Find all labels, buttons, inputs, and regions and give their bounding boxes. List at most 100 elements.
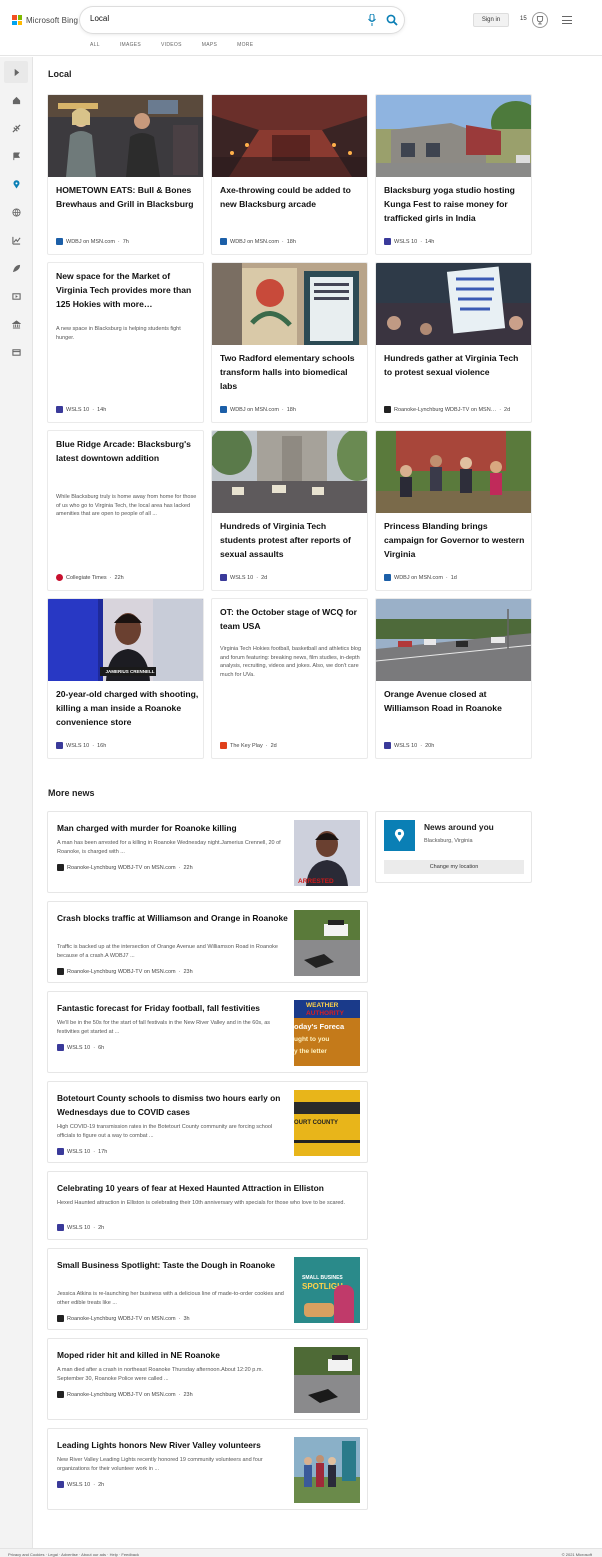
card-source: Roanoke-Lynchburg WDBJ-TV on MSN… · 2d (384, 406, 510, 413)
globe-icon[interactable] (9, 205, 23, 219)
wsls-logo-icon (56, 742, 63, 749)
local-card[interactable]: HOMETOWN EATS: Bull & Bones Brewhaus and… (47, 94, 204, 255)
news-item[interactable]: Celebrating 10 years of fear at Hexed Ha… (47, 1171, 368, 1240)
news-source: WSLS 10 · 17h (57, 1148, 107, 1155)
card-icon[interactable] (9, 345, 23, 359)
tab-images[interactable]: IMAGES (120, 42, 141, 48)
local-card[interactable]: JAMERIUS CRENNELL 20-year-old charged wi… (47, 598, 204, 759)
tab-videos[interactable]: VIDEOS (161, 42, 182, 48)
card-source: WDBJ on MSN.com · 18h (220, 238, 296, 245)
campaign-group-image (376, 431, 531, 513)
news-title[interactable]: Small Business Spotlight: Taste the Doug… (57, 1258, 289, 1272)
wsls-logo-icon (57, 1224, 64, 1231)
local-card[interactable]: Two Radford elementary schools transform… (211, 262, 368, 423)
tab-maps[interactable]: MAPS (202, 42, 217, 48)
news-snippet: Hexed Haunted attraction in Elliston is … (57, 1200, 345, 1206)
bank-icon[interactable] (9, 317, 23, 331)
local-card[interactable]: Hundreds of Virginia Tech students prote… (211, 430, 368, 591)
school-bus-thumbnail: OURT COUNTY (294, 1090, 360, 1156)
news-snippet: A man died after a crash in northeast Ro… (57, 1367, 263, 1382)
search-icon[interactable] (386, 14, 398, 26)
copyright: © 2021 Microsoft (561, 1552, 592, 1557)
moped-crash-thumbnail (294, 1347, 360, 1413)
crash-thumbnail (294, 910, 360, 976)
card-title[interactable]: Blacksburg yoga studio hosting Kunga Fes… (384, 183, 527, 225)
local-card[interactable]: Axe-throwing could be added to new Black… (211, 94, 368, 255)
local-card[interactable]: Hundreds gather at Virginia Tech to prot… (375, 262, 532, 423)
news-title[interactable]: Man charged with murder for Roanoke kill… (57, 821, 237, 835)
restaurant-interview-image (48, 95, 203, 177)
card-title[interactable]: HOMETOWN EATS: Bull & Bones Brewhaus and… (56, 183, 199, 211)
news-item[interactable]: Man charged with murder for Roanoke kill… (47, 811, 368, 893)
news-title[interactable]: Fantastic forecast for Friday football, … (57, 1001, 289, 1015)
news-title[interactable]: Crash blocks traffic at Williamson and O… (57, 911, 289, 925)
arrested-label: ARRESTED (298, 878, 334, 885)
search-box (80, 7, 404, 33)
card-title[interactable]: Two Radford elementary schools transform… (220, 351, 363, 393)
local-heading: Local (48, 69, 72, 79)
wdbj-logo-icon (384, 574, 391, 581)
news-source: WSLS 10 · 2h (57, 1224, 104, 1231)
chevron-right-icon[interactable] (4, 61, 28, 83)
video-icon[interactable] (9, 289, 23, 303)
school-mural-image (212, 263, 367, 345)
wdbj-tv-logo-icon (57, 1391, 64, 1398)
card-source: WDBJ on MSN.com · 18h (220, 406, 296, 413)
news-item[interactable]: Leading Lights honors New River Valley v… (47, 1428, 368, 1510)
local-card[interactable]: Blue Ridge Arcade: Blacksburg's latest d… (47, 430, 204, 591)
news-source: Roanoke-Lynchburg WDBJ-TV on MSN.com · 22h (57, 864, 193, 871)
news-item[interactable]: Crash blocks traffic at Williamson and O… (47, 901, 368, 983)
local-card[interactable]: New space for the Market of Virginia Tec… (47, 262, 204, 423)
campus-protest-image (212, 431, 367, 513)
change-location-button[interactable]: Change my location (384, 860, 524, 874)
news-title[interactable]: Moped rider hit and killed in NE Roanoke (57, 1348, 289, 1362)
wsls-logo-icon (57, 1481, 64, 1488)
rewards-trophy-icon[interactable] (532, 12, 548, 28)
left-rail (0, 57, 33, 1557)
card-title[interactable]: Blue Ridge Arcade: Blacksburg's latest d… (56, 437, 199, 465)
rewards-points[interactable]: 15 (520, 16, 527, 22)
card-snippet: Virginia Tech Hokies football, basketbal… (220, 646, 362, 678)
news-source: Roanoke-Lynchburg WDBJ-TV on MSN.com · 3h (57, 1315, 190, 1322)
news-title[interactable]: Botetourt County schools to dismiss two … (57, 1091, 289, 1119)
hamburger-menu-icon[interactable] (562, 16, 572, 24)
flag-icon[interactable] (9, 149, 23, 163)
card-title[interactable]: Orange Avenue closed at Williamson Road … (384, 687, 527, 715)
more-news-heading: More news (48, 788, 95, 798)
search-input[interactable] (90, 14, 350, 23)
location-pin-icon[interactable] (9, 177, 23, 191)
news-item[interactable]: Small Business Spotlight: Taste the Doug… (47, 1248, 368, 1330)
wsls-logo-icon (384, 238, 391, 245)
chart-icon[interactable] (9, 233, 23, 247)
local-card[interactable]: OT: the October stage of WCQ for team US… (211, 598, 368, 759)
card-title[interactable]: Axe-throwing could be added to new Black… (220, 183, 363, 211)
card-title[interactable]: Hundreds of Virginia Tech students prote… (220, 519, 363, 561)
tab-more[interactable]: MORE (237, 42, 253, 48)
card-title[interactable]: New space for the Market of Virginia Tec… (56, 269, 199, 311)
card-source: WSLS 10 · 14h (384, 238, 434, 245)
local-card[interactable]: Princess Blanding brings campaign for Go… (375, 430, 532, 591)
news-around-you-panel: News around you Blacksburg, Virginia Cha… (375, 811, 532, 883)
news-title[interactable]: Leading Lights honors New River Valley v… (57, 1438, 289, 1452)
local-card[interactable]: Blacksburg yoga studio hosting Kunga Fes… (375, 94, 532, 255)
sign-in-button[interactable]: Sign in (473, 13, 509, 27)
news-item[interactable]: Moped rider hit and killed in NE Roanoke… (47, 1338, 368, 1420)
satellite-icon[interactable] (9, 121, 23, 135)
news-snippet: New River Valley Leading Lights recently… (57, 1457, 263, 1472)
bing-logo[interactable]: Microsoft Bing (12, 15, 78, 25)
news-item[interactable]: Fantastic forecast for Friday football, … (47, 991, 368, 1073)
card-title[interactable]: Princess Blanding brings campaign for Go… (384, 519, 527, 561)
microphone-icon[interactable] (368, 14, 376, 26)
news-title[interactable]: Celebrating 10 years of fear at Hexed Ha… (57, 1181, 357, 1195)
home-icon[interactable] (9, 93, 23, 107)
local-card[interactable]: Orange Avenue closed at Williamson Road … (375, 598, 532, 759)
news-item[interactable]: Botetourt County schools to dismiss two … (47, 1081, 368, 1163)
card-title[interactable]: 20-year-old charged with shooting, killi… (56, 687, 199, 729)
wsls-logo-icon (384, 742, 391, 749)
rocket-icon[interactable] (9, 261, 23, 275)
header: Microsoft Bing ALL IMAGES VIDEOS MAPS MO… (0, 0, 602, 56)
tab-all[interactable]: ALL (90, 42, 100, 48)
footer-links[interactable]: Privacy and Cookies · Legal · Advertise … (8, 1552, 139, 1557)
card-title[interactable]: OT: the October stage of WCQ for team US… (220, 605, 363, 633)
card-title[interactable]: Hundreds gather at Virginia Tech to prot… (384, 351, 527, 379)
